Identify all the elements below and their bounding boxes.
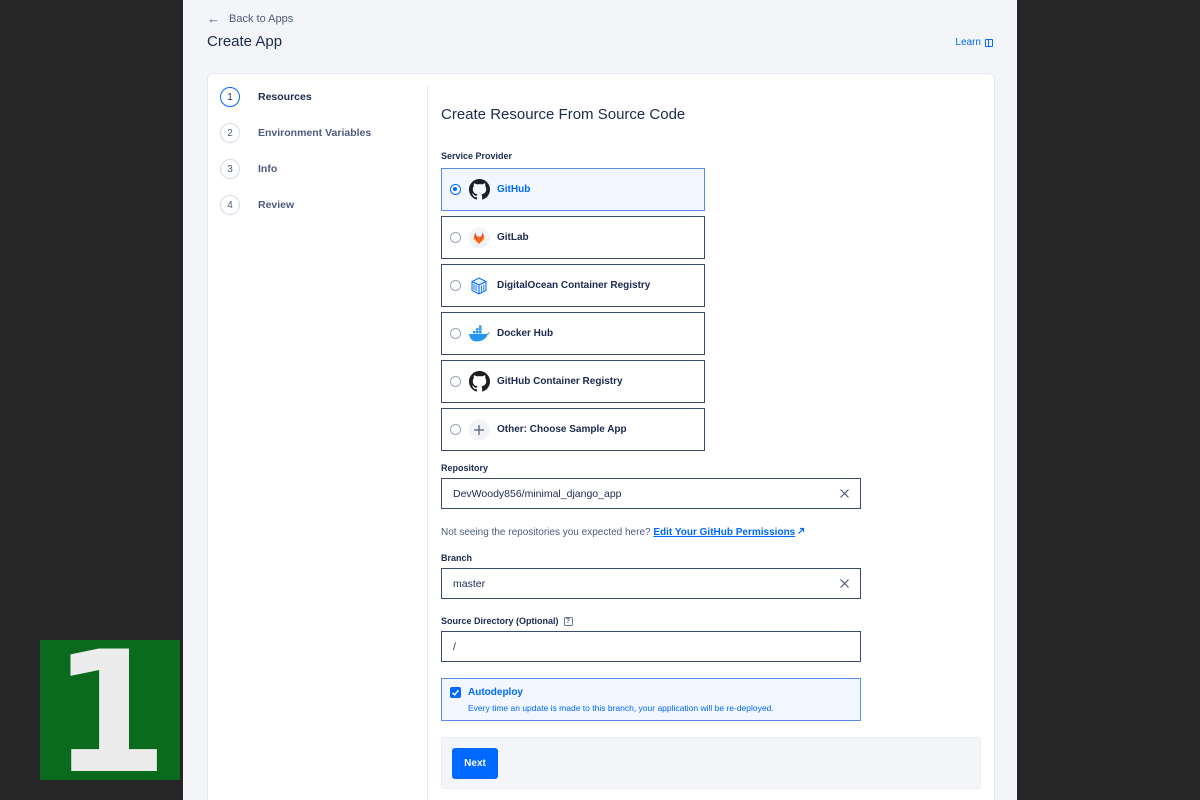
github-icon: [468, 371, 490, 393]
autodeploy-title: Autodeploy: [468, 687, 523, 698]
step-review[interactable]: 4 Review: [220, 195, 371, 215]
service-provider-label: Service Provider: [441, 151, 513, 161]
step-number-badge: 1: [40, 615, 180, 800]
step-number: 4: [220, 195, 240, 215]
radio-button[interactable]: [450, 232, 461, 243]
create-app-card: 1 Resources 2 Environment Variables 3 In…: [207, 73, 995, 800]
source-directory-field[interactable]: /: [441, 631, 861, 662]
arrow-left-icon: ←: [207, 11, 220, 26]
badge-number: 1: [51, 615, 169, 800]
radio-button[interactable]: [450, 328, 461, 339]
clear-icon[interactable]: [838, 577, 851, 590]
step-label: Resources: [258, 91, 312, 103]
provider-label: Other: Choose Sample App: [497, 424, 627, 435]
step-number: 3: [220, 159, 240, 179]
step-label: Environment Variables: [258, 127, 372, 139]
edit-github-permissions-link[interactable]: Edit Your GitHub Permissions: [653, 527, 795, 538]
repository-value: DevWoody856/minimal_django_app: [453, 487, 622, 500]
back-to-apps-link[interactable]: ← Back to Apps: [207, 11, 293, 26]
container-registry-icon: [468, 275, 490, 297]
hint-text: Not seeing the repositories you expected…: [441, 527, 651, 538]
back-to-apps-label: Back to Apps: [229, 12, 294, 25]
repository-field[interactable]: DevWoody856/minimal_django_app: [441, 478, 861, 509]
provider-option-do-container-registry[interactable]: DigitalOcean Container Registry: [441, 264, 705, 307]
provider-option-docker-hub[interactable]: Docker Hub: [441, 312, 705, 355]
clear-icon[interactable]: [838, 487, 851, 500]
learn-label: Learn: [955, 37, 981, 48]
repository-label: Repository: [441, 463, 489, 473]
app-page: ← Back to Apps Create App Learn 1 Resour…: [183, 0, 1017, 800]
next-button[interactable]: Next: [452, 748, 498, 779]
provider-label: GitHub Container Registry: [497, 376, 623, 387]
help-icon[interactable]: ?: [563, 617, 573, 626]
step-number: 2: [220, 123, 240, 143]
provider-option-github[interactable]: GitHub: [441, 168, 705, 211]
source-directory-value: /: [453, 640, 456, 653]
radio-button[interactable]: [450, 184, 461, 195]
step-number: 1: [220, 87, 240, 107]
autodeploy-description: Every time an update is made to this bra…: [468, 703, 774, 713]
github-icon: [468, 179, 490, 201]
provider-option-sample-app[interactable]: Other: Choose Sample App: [441, 408, 705, 451]
book-icon: [985, 38, 993, 47]
gitlab-icon: [468, 227, 490, 249]
step-environment-variables[interactable]: 2 Environment Variables: [220, 123, 371, 143]
learn-link[interactable]: Learn: [955, 37, 993, 48]
source-directory-label: Source Directory (Optional)?: [441, 616, 573, 626]
radio-button[interactable]: [450, 280, 461, 291]
provider-label: DigitalOcean Container Registry: [497, 280, 651, 291]
step-label: Review: [258, 199, 295, 211]
radio-button[interactable]: [450, 424, 461, 435]
provider-label: GitHub: [497, 184, 531, 195]
stepper: 1 Resources 2 Environment Variables 3 In…: [220, 87, 371, 231]
autodeploy-option[interactable]: Autodeploy Every time an update is made …: [441, 678, 861, 721]
step-resources[interactable]: 1 Resources: [220, 87, 371, 107]
branch-label: Branch: [441, 553, 473, 563]
branch-value: master: [453, 577, 486, 590]
form-title: Create Resource From Source Code: [441, 106, 686, 123]
autodeploy-checkbox[interactable]: [450, 687, 461, 698]
branch-field[interactable]: master: [441, 568, 861, 599]
check-icon: [451, 689, 460, 696]
docker-icon: [468, 323, 490, 345]
column-divider: [427, 86, 428, 800]
radio-button[interactable]: [450, 376, 461, 387]
repository-hint: Not seeing the repositories you expected…: [441, 527, 805, 538]
plus-icon: [468, 419, 490, 441]
external-link-icon: [798, 527, 805, 534]
step-label: Info: [258, 163, 278, 175]
page-title: Create App: [207, 33, 283, 50]
provider-option-gitlab[interactable]: GitLab: [441, 216, 705, 259]
form-footer: Next: [441, 737, 981, 789]
step-info[interactable]: 3 Info: [220, 159, 371, 179]
provider-option-github-container-registry[interactable]: GitHub Container Registry: [441, 360, 705, 403]
provider-label: Docker Hub: [497, 328, 554, 339]
provider-label: GitLab: [497, 232, 529, 243]
